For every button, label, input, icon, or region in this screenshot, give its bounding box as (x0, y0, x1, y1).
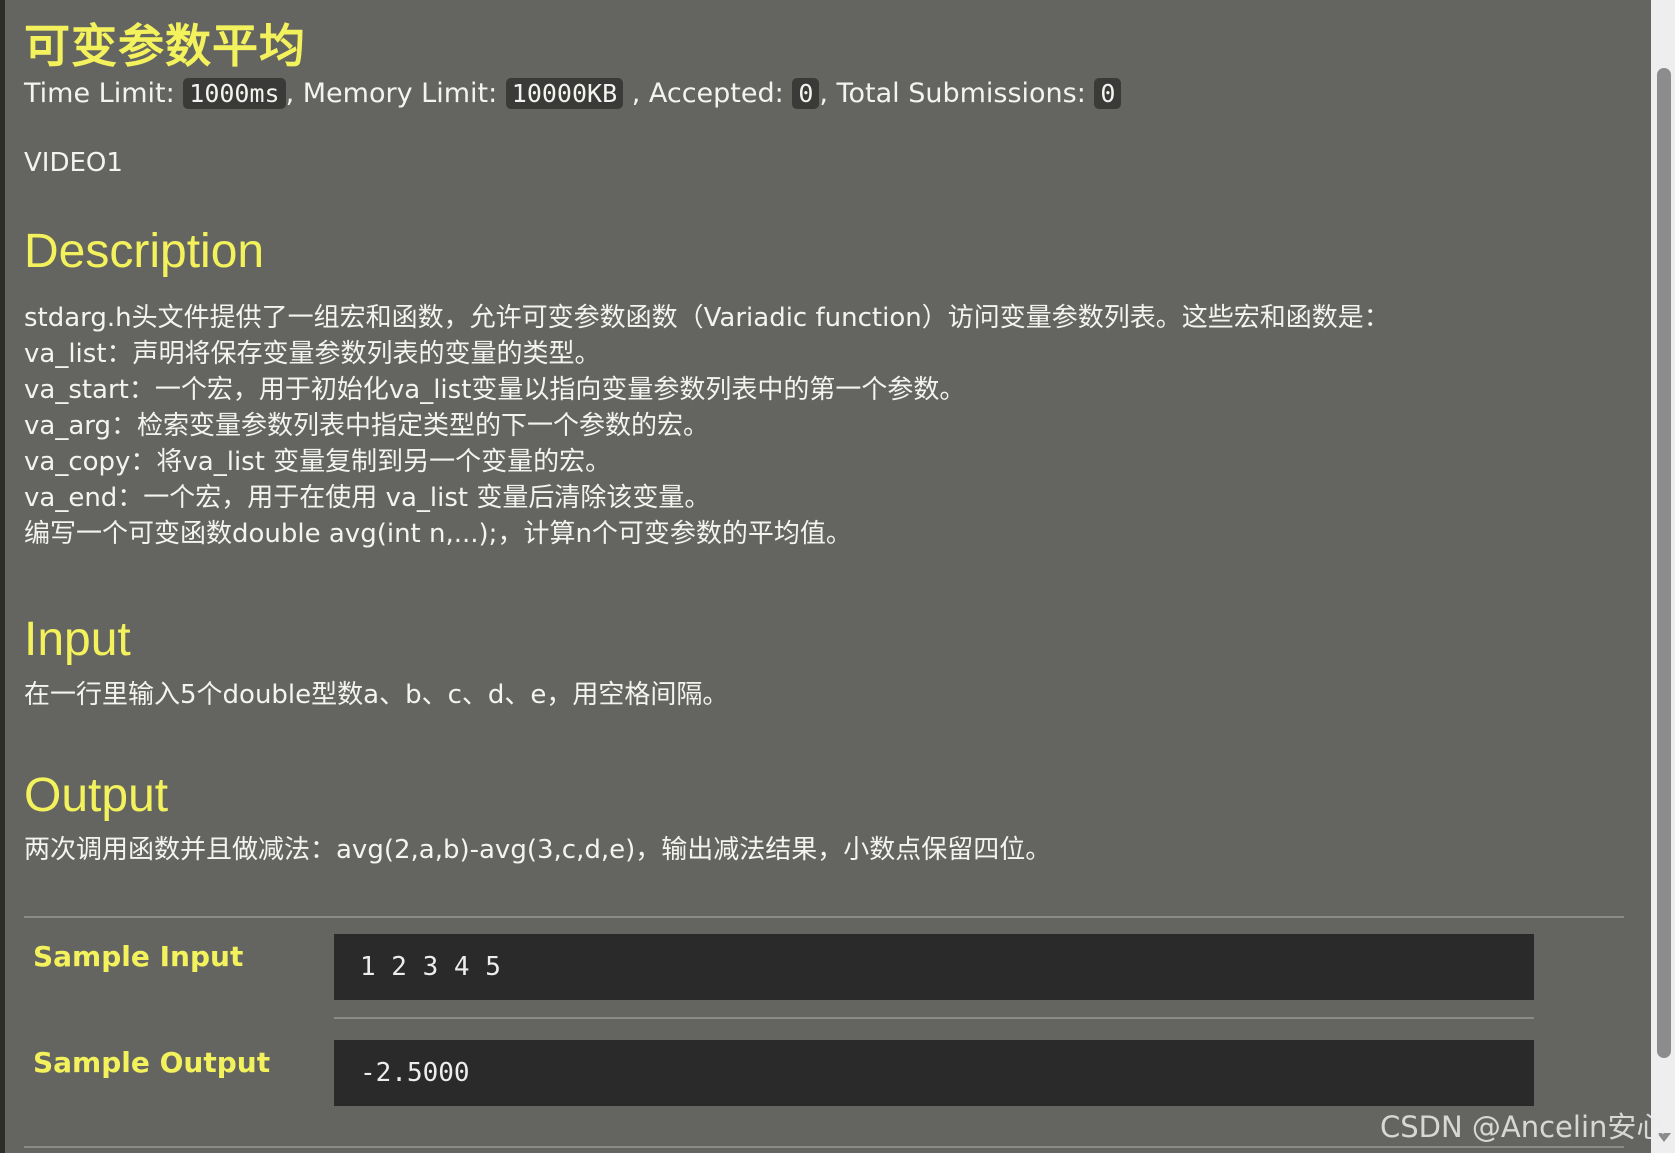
sample-input-label: Sample Input (33, 940, 244, 973)
section-divider (24, 916, 1624, 918)
output-text: 两次调用函数并且做减法：avg(2,a,b)-avg(3,c,d,e)，输出减法… (24, 835, 1052, 865)
input-heading: Input (24, 613, 131, 666)
total-submissions-value: 0 (1094, 78, 1122, 109)
time-limit-label: Time Limit: (24, 78, 184, 109)
watermark: CSDN @Ancelin安心 (1380, 1110, 1666, 1144)
description-line: va_copy：将va_list 变量复制到另一个变量的宏。 (24, 447, 612, 477)
scrollbar-thumb[interactable] (1657, 68, 1671, 1058)
accepted-label: , Accepted: (623, 78, 793, 109)
memory-limit-value: 10000KB (505, 78, 624, 109)
description-line: 编写一个可变函数double avg(int n,...);，计算n个可变参数的… (24, 519, 852, 549)
accepted-value: 0 (792, 78, 820, 109)
sample-output-label: Sample Output (33, 1046, 271, 1079)
description-line: va_end：一个宏，用于在使用 va_list 变量后清除该变量。 (24, 483, 711, 513)
description-heading: Description (24, 225, 265, 278)
output-heading: Output (24, 769, 169, 822)
description-line: va_arg：检索变量参数列表中指定类型的下一个参数的宏。 (24, 411, 709, 441)
bottom-divider (24, 1146, 1624, 1148)
problem-limits: Time Limit: 1000ms, Memory Limit: 10000K… (24, 78, 1122, 109)
memory-limit-label: , Memory Limit: (285, 78, 506, 109)
vertical-scrollbar[interactable] (1651, 0, 1675, 1153)
description-line: va_start：一个宏，用于初始化va_list变量以指向变量参数列表中的第一… (24, 375, 966, 405)
problem-title: 可变参数平均 (24, 19, 306, 73)
problem-source: VIDEO1 (24, 148, 123, 178)
input-text: 在一行里输入5个double型数a、b、c、d、e，用空格间隔。 (24, 680, 729, 710)
total-submissions-label: , Total Submissions: (819, 78, 1095, 109)
description-body: stdarg.h头文件提供了一组宏和函数，允许可变参数函数（Variadic f… (24, 300, 1390, 552)
time-limit-value: 1000ms (183, 78, 286, 109)
description-line: va_list：声明将保存变量参数列表的变量的类型。 (24, 339, 601, 369)
sample-input-box[interactable]: 1 2 3 4 5 (334, 934, 1534, 1000)
sample-output-box[interactable]: -2.5000 (334, 1040, 1534, 1106)
left-edge (0, 0, 5, 1153)
description-line: stdarg.h头文件提供了一组宏和函数，允许可变参数函数（Variadic f… (24, 303, 1390, 333)
sample-divider (334, 1017, 1534, 1019)
